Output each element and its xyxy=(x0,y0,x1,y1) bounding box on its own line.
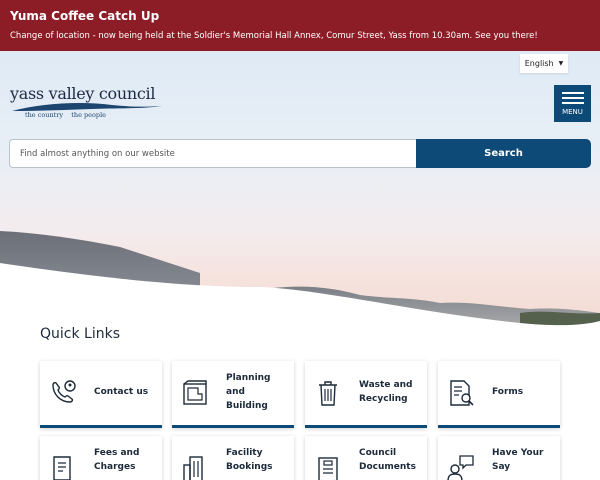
receipt-icon xyxy=(53,456,71,480)
quick-link-label: Fees and Charges xyxy=(94,448,140,472)
quick-link-label: Waste and Recycling xyxy=(359,380,413,404)
search-button[interactable]: Search xyxy=(416,139,591,168)
blueprint-icon xyxy=(183,380,207,405)
speech-person-icon xyxy=(447,455,474,480)
menu-label: MENU xyxy=(562,107,583,116)
quick-link-label: Facility Bookings xyxy=(226,448,273,472)
quick-link-label: Have Your Say xyxy=(492,448,544,472)
quick-link-planning-and-building[interactable]: Planning and Building xyxy=(172,361,294,428)
search-bar: Search xyxy=(9,139,591,168)
quick-link-label: Council Documents xyxy=(359,448,416,472)
logo-tag-country: the country xyxy=(25,111,64,119)
council-logo[interactable]: yass valley council the country the peop… xyxy=(10,84,162,124)
language-select[interactable]: English ▼ xyxy=(520,54,568,73)
quick-link-contact-us[interactable]: Contact us xyxy=(40,361,162,428)
search-input[interactable] xyxy=(9,139,416,168)
quick-links-title: Quick Links xyxy=(40,326,121,342)
quick-link-label: Planning and Building xyxy=(226,373,271,411)
logo-tagline: the country the people xyxy=(25,111,106,119)
alert-banner[interactable]: Yuma Coffee Catch Up Change of location … xyxy=(0,0,600,51)
quick-link-label: Contact us xyxy=(94,387,149,397)
alert-message: Change of location - now being held at t… xyxy=(10,31,538,41)
quick-link-label: Forms xyxy=(492,387,524,397)
quick-link-facility-bookings[interactable]: Facility Bookings xyxy=(172,436,294,480)
document-search-icon xyxy=(450,380,474,406)
quick-link-waste-and-recycling[interactable]: Waste and Recycling xyxy=(305,361,427,428)
menu-button[interactable]: MENU xyxy=(554,85,591,122)
quick-link-fees-and-charges[interactable]: Fees and Charges xyxy=(40,436,162,480)
building-icon xyxy=(183,456,203,480)
alert-title: Yuma Coffee Catch Up xyxy=(10,9,160,23)
document-icon xyxy=(318,457,338,480)
quick-link-forms[interactable]: Forms xyxy=(438,361,560,428)
quick-link-have-your-say[interactable]: Have Your Say xyxy=(438,436,560,480)
logo-tag-people: the people xyxy=(71,111,107,119)
chevron-down-icon: ▼ xyxy=(558,60,564,67)
quick-link-council-documents[interactable]: Council Documents xyxy=(305,436,427,480)
hamburger-icon xyxy=(561,91,584,107)
language-selected: English xyxy=(524,59,554,68)
bin-icon xyxy=(319,381,337,406)
phone-contact-icon xyxy=(52,380,76,403)
